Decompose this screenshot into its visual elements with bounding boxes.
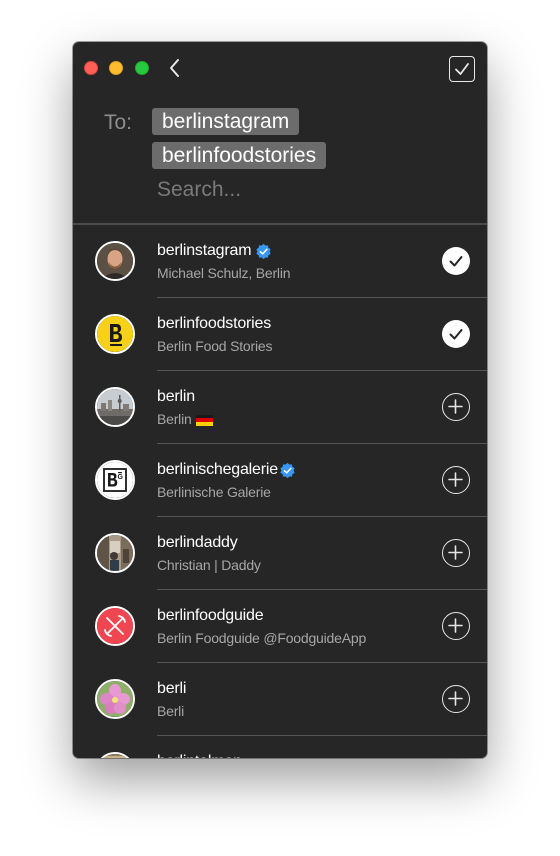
account-row-berlinischegalerie[interactable]: G berlinischegalerie Berlinische Galerie	[73, 444, 487, 517]
bg-logo: G	[97, 462, 133, 498]
avatar	[95, 314, 135, 354]
checkmark-icon	[449, 256, 463, 267]
account-row-berlintalmon[interactable]: berlintalmon	[73, 736, 487, 758]
done-button[interactable]	[449, 56, 475, 82]
add-recipient-button[interactable]	[442, 612, 470, 640]
verified-badge-icon	[256, 243, 271, 259]
display-name: Berlinische Galerie	[157, 484, 271, 500]
avatar: G	[95, 460, 135, 500]
account-row-berlinstagram[interactable]: berlinstagram Michael Schulz, Berlin	[73, 225, 487, 298]
display-name: Berli	[157, 703, 185, 719]
account-row-berli[interactable]: berli Berli	[73, 663, 487, 736]
account-row-berlindaddy[interactable]: berlindaddy Christian | Daddy	[73, 517, 487, 590]
direct-message-window: To: berlinstagram berlinfoodstories berl…	[73, 42, 487, 758]
account-list: berlinstagram Michael Schulz, Berlin ber…	[73, 225, 487, 758]
username: berlinfoodguide	[157, 607, 264, 624]
add-recipient-button[interactable]	[442, 539, 470, 567]
yellow-b-logo	[97, 316, 133, 352]
username: berlinfoodstories	[157, 315, 271, 332]
back-button[interactable]	[167, 57, 183, 79]
search-input[interactable]	[157, 175, 457, 205]
checkmark-icon	[455, 63, 469, 75]
verified-badge-icon	[280, 462, 295, 478]
username: berlintalmon	[157, 753, 242, 758]
close-window-button[interactable]	[84, 61, 98, 75]
account-row-berlinfoodstories[interactable]: berlinfoodstories Berlin Food Stories	[73, 298, 487, 371]
account-row-berlin[interactable]: berlin Berlin	[73, 371, 487, 444]
account-row-berlinfoodguide[interactable]: berlinfoodguide Berlin Foodguide @Foodgu…	[73, 590, 487, 663]
plus-icon	[448, 691, 463, 706]
to-label: To:	[104, 111, 133, 134]
avatar	[95, 606, 135, 646]
username: berlinstagram	[157, 242, 272, 260]
display-name: Berlin	[157, 411, 213, 427]
pink-flower-photo	[97, 681, 133, 717]
username: berlindaddy	[157, 534, 238, 551]
selected-check-button[interactable]	[442, 247, 470, 275]
add-recipient-button[interactable]	[442, 466, 470, 494]
recipient-chip[interactable]: berlinfoodstories	[152, 142, 327, 169]
portrait-photo	[97, 243, 133, 279]
avatar	[95, 752, 135, 758]
display-name: Berlin Foodguide @FoodguideApp	[157, 630, 367, 646]
plus-icon	[448, 618, 463, 633]
plus-icon	[448, 399, 463, 414]
avatar	[95, 533, 135, 573]
svg-text:G: G	[118, 474, 124, 481]
avatar	[95, 387, 135, 427]
selected-check-button[interactable]	[442, 320, 470, 348]
recipient-field: To: berlinstagram berlinfoodstories	[73, 96, 487, 223]
partial-photo	[97, 754, 133, 758]
chevron-left-icon	[170, 59, 179, 77]
city-skyline-photo	[97, 389, 133, 425]
recipient-chip[interactable]: berlinstagram	[152, 108, 300, 135]
avatar	[95, 241, 135, 281]
plus-icon	[448, 472, 463, 487]
add-recipient-button[interactable]	[442, 685, 470, 713]
title-bar	[73, 42, 487, 96]
avatar	[95, 679, 135, 719]
germany-flag-icon	[195, 414, 213, 426]
fork-knife-logo	[97, 608, 133, 644]
username: berlinischegalerie	[157, 461, 296, 479]
username: berlin	[157, 388, 195, 405]
plus-icon	[448, 545, 463, 560]
display-name: Christian | Daddy	[157, 557, 261, 573]
username: berli	[157, 680, 187, 697]
display-name: Berlin Food Stories	[157, 338, 273, 354]
zoom-window-button[interactable]	[135, 61, 149, 75]
minimize-window-button[interactable]	[109, 61, 123, 75]
street-photo	[97, 535, 133, 571]
add-recipient-button[interactable]	[442, 393, 470, 421]
checkmark-icon	[449, 329, 463, 340]
display-name: Michael Schulz, Berlin	[157, 265, 291, 281]
